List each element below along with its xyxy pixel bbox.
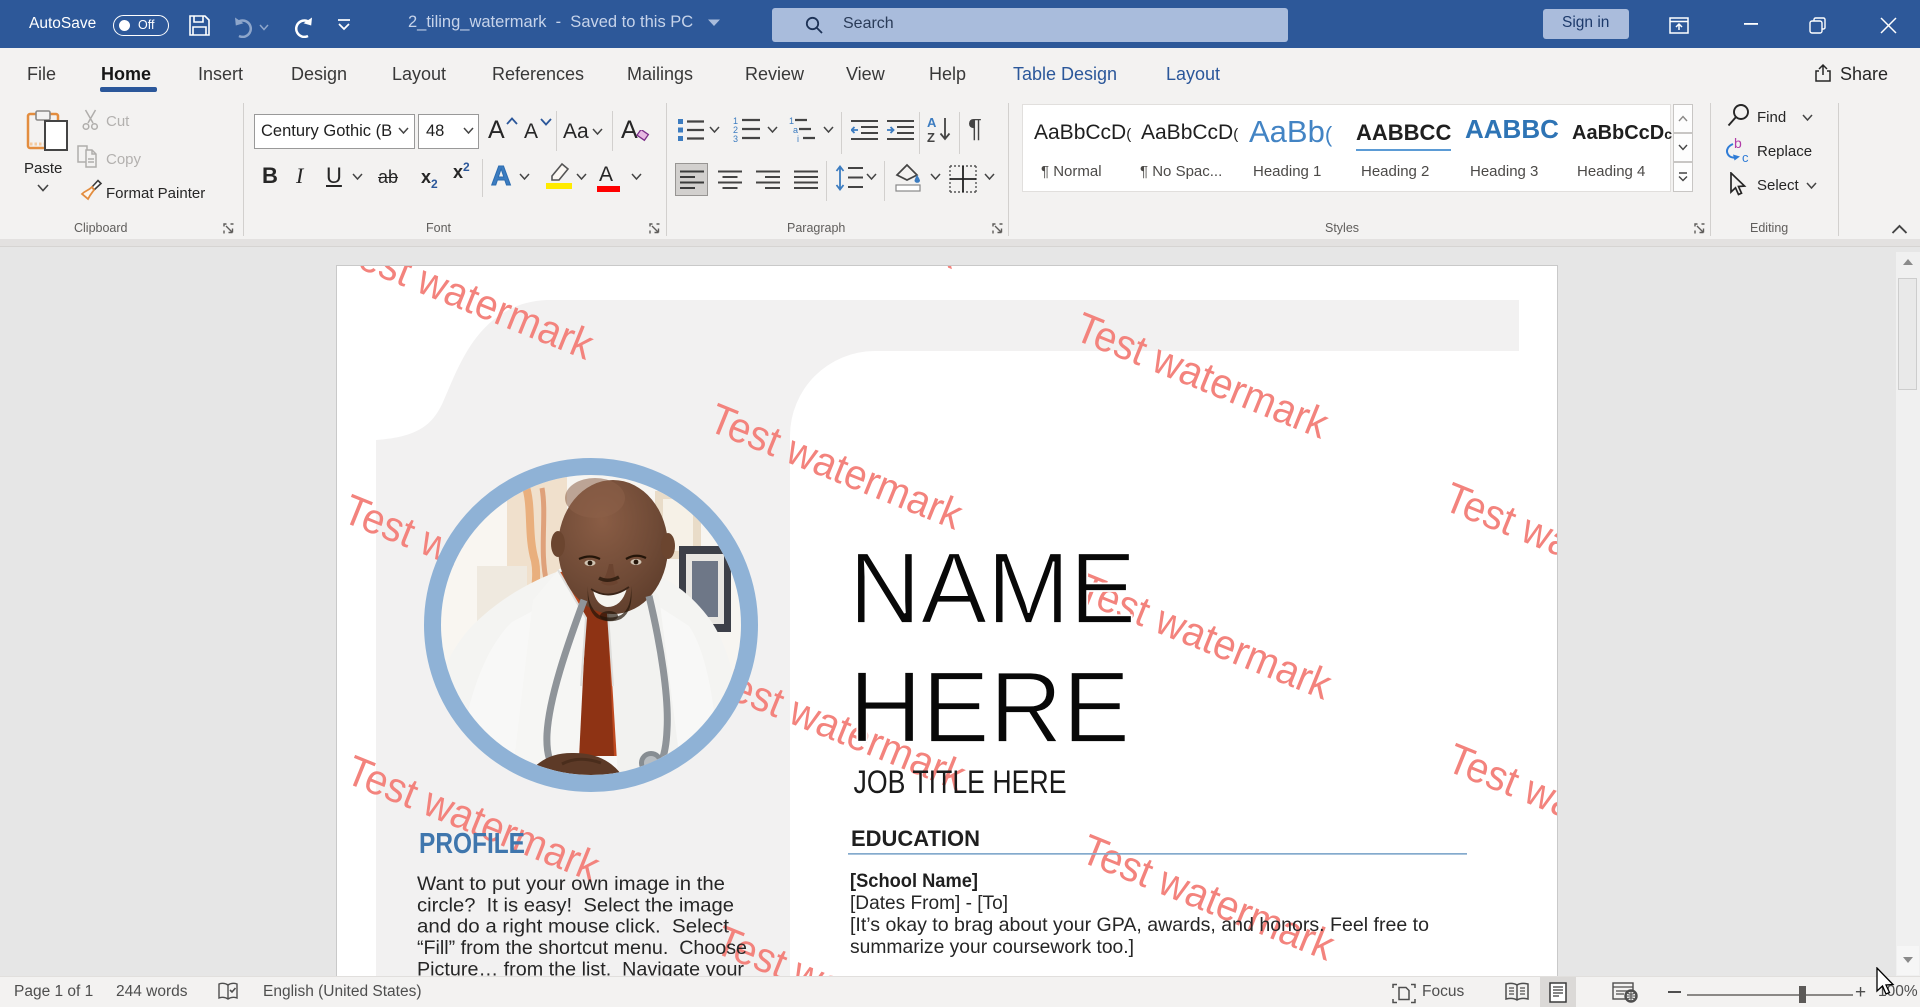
svg-text:[It’s okay to brag about your: [It’s okay to brag about your GPA, award…	[850, 914, 1429, 936]
svg-text:Z: Z	[927, 130, 935, 144]
svg-text:summarize your coursework too.: summarize your coursework too.]	[850, 936, 1134, 958]
svg-text:[Dates From] - [To]: [Dates From] - [To]	[850, 892, 1008, 914]
svg-text:HERE: HERE	[849, 652, 1130, 764]
svg-text:[School Name]: [School Name]	[850, 870, 978, 892]
svg-text:NAME: NAME	[849, 533, 1136, 645]
svg-text:Picture… from the list. Navig: Picture… from the list. Navigate your	[417, 958, 745, 976]
svg-text:PROFILE: PROFILE	[419, 828, 525, 860]
svg-text:JOB TITLE HERE: JOB TITLE HERE	[854, 764, 1067, 800]
svg-text:A: A	[927, 116, 937, 130]
svg-text:“Fill” from the shortcut menu.: “Fill” from the shortcut menu. Choose	[417, 937, 747, 959]
svg-text:Test watermark: Test watermark	[1438, 474, 1557, 618]
svg-text:c: c	[1742, 150, 1749, 165]
svg-text:b: b	[1734, 137, 1742, 151]
svg-text:and do a right mouse click. S: and do a right mouse click. Select	[417, 916, 730, 938]
svg-text:circle? It is easy! Select t: circle? It is easy! Select the image	[417, 894, 734, 916]
svg-text:3: 3	[733, 134, 738, 143]
svg-text:i: i	[797, 134, 799, 143]
svg-text:Test watermark: Test watermark	[700, 266, 967, 279]
svg-text:Want to put your own image in: Want to put your own image in the	[417, 873, 725, 895]
svg-text:Test watermark: Test watermark	[1441, 735, 1557, 879]
svg-text:EDUCATION: EDUCATION	[851, 826, 980, 851]
